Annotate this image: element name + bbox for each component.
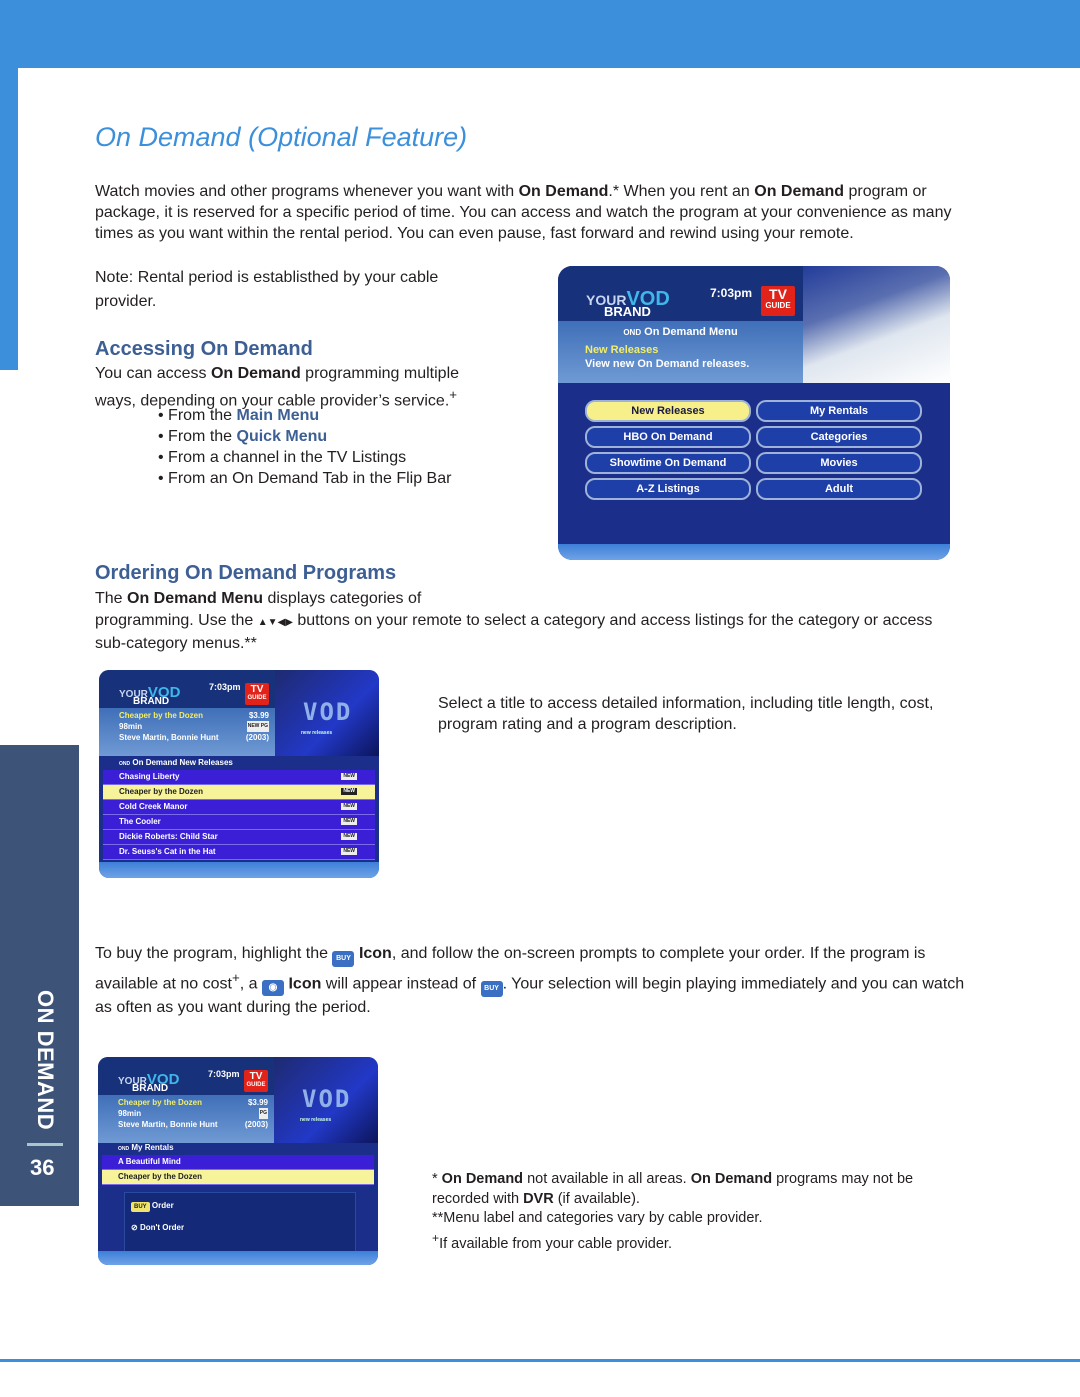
page-number: 36 — [30, 1155, 55, 1180]
main-menu-link: Main Menu — [236, 407, 320, 424]
list-row-selected[interactable]: Cheaper by the Dozen — [102, 1170, 374, 1185]
text: + — [449, 387, 458, 402]
list-row[interactable]: Cold Creek Manor NEW — [103, 800, 375, 815]
my-rentals-order-screenshot: YOURVOD BRAND 7:03pm TV GUIDE Cheaper by t… — [98, 1057, 378, 1265]
menu-button-adult[interactable]: Adult — [756, 478, 922, 500]
menu-button-showtime[interactable]: Showtime On Demand — [585, 452, 751, 474]
list-title: OND My Rentals — [118, 1143, 174, 1152]
quick-menu-link: Quick Menu — [236, 428, 328, 445]
accessing-heading: Accessing On Demand — [95, 338, 313, 360]
tv-guide-logo: TV GUIDE — [244, 1070, 268, 1092]
section-side-tab — [0, 745, 79, 1206]
list-row[interactable]: Chasing Liberty NEW — [103, 770, 375, 785]
text: .* When you rent an — [608, 183, 755, 200]
vod-brand-logo: YOURVOD BRAND — [118, 1071, 180, 1094]
buy-icon: BUY — [332, 951, 355, 967]
vod-promo-image: VOD new releases — [275, 670, 379, 756]
divider — [27, 1143, 63, 1146]
section-tab-label: ON DEMAND — [33, 990, 58, 1131]
list-row-selected[interactable]: Cheaper by the Dozen NEW — [103, 785, 375, 800]
footnotes: * On Demand not available in all areas. … — [432, 1170, 952, 1254]
page-title: On Demand (Optional Feature) — [95, 122, 468, 152]
on-demand-menu-screenshot: YOURVOD BRAND 7:03pm TV GUIDE OND On Deman… — [558, 266, 950, 560]
arrow-buttons-icon: ▲▼◀▶ — [257, 617, 293, 628]
footnote-2: **Menu label and categories vary by cabl… — [432, 1210, 763, 1226]
list-row[interactable]: Dr. Seuss's Cat in the Hat NEW — [103, 845, 375, 860]
ordering-paragraph-2: programming. Use the ▲▼◀▶ buttons on you… — [95, 612, 933, 652]
footnote-3: +If available from your cable provider. — [432, 1230, 672, 1252]
no-icon: ⊘ — [131, 1223, 138, 1232]
select-title-text: Select a title to access detailed inform… — [438, 695, 934, 733]
note: Note: Rental period is establisthed by y… — [95, 269, 439, 310]
text: On Demand — [754, 183, 845, 200]
menu-button-hbo[interactable]: HBO On Demand — [585, 426, 751, 448]
list-row[interactable]: The Cooler NEW — [103, 815, 375, 830]
intro-paragraph: Watch movies and other programs whenever… — [95, 181, 955, 244]
bottom-rule — [0, 1359, 1080, 1362]
menu-info-panel: OND On Demand Menu New Releases View new… — [558, 321, 803, 383]
new-releases-screenshot: YOURVOD BRAND 7:03pm TV GUIDE Cheaper by t… — [99, 670, 379, 878]
ordering-heading: Ordering On Demand Programs — [95, 562, 397, 584]
buy-paragraph: To buy the program, highlight the BUY Ic… — [95, 945, 965, 1017]
eye-icon: ◉ — [262, 980, 285, 997]
vod-brand-logo: YOURVOD BRAND — [586, 288, 670, 319]
clock: 7:03pm — [710, 286, 753, 300]
menu-button-my-rentals[interactable]: My Rentals — [756, 400, 922, 422]
list-row[interactable]: Dickie Roberts: Child Star NEW — [103, 830, 375, 845]
footnote-1: * On Demand not available in all areas. … — [432, 1171, 914, 1207]
top-band — [0, 0, 1080, 68]
menu-button-az-listings[interactable]: A-Z Listings — [585, 478, 751, 500]
text: On Demand — [210, 365, 301, 382]
list-item: • From the Quick Menu — [158, 428, 328, 445]
list-item: • From an On Demand Tab in the Flip Bar — [158, 470, 452, 487]
text: On Demand — [518, 183, 609, 200]
buy-icon: BUY — [131, 1202, 150, 1212]
access-methods-list: • From the Main Menu • From the Quick Me… — [158, 405, 451, 489]
dont-order-option[interactable]: ⊘ Don't Order — [131, 1223, 184, 1232]
buy-icon: BUY — [480, 981, 503, 998]
list-title: OND On Demand New Releases — [119, 758, 233, 767]
text: Watch movies and other programs whenever… — [95, 183, 519, 200]
title-info-panel: Cheaper by the Dozen $3.99 98min NEW PG St… — [99, 708, 275, 756]
list-item: • From a channel in the TV Listings — [158, 449, 407, 466]
list-row[interactable]: A Beautiful Mind — [102, 1155, 374, 1170]
tv-guide-logo: TV GUIDE — [245, 683, 269, 705]
order-option[interactable]: BUY Order — [131, 1201, 174, 1212]
manual-page: ON DEMAND 36 On Demand (Optional Feature… — [0, 0, 1080, 1397]
ordering-paragraph-1: The On Demand Menu displays categories o… — [95, 590, 422, 607]
title-info-panel: Cheaper by the Dozen $3.99 98min PG Steve … — [98, 1095, 274, 1143]
text: You can access — [95, 365, 211, 382]
tv-guide-logo: TV GUIDE — [761, 286, 795, 316]
menu-button-new-releases[interactable]: New Releases — [585, 400, 751, 422]
menu-button-movies[interactable]: Movies — [756, 452, 922, 474]
menu-button-categories[interactable]: Categories — [756, 426, 922, 448]
vod-brand-logo: YOURVOD BRAND — [119, 684, 181, 707]
left-strip — [0, 68, 18, 370]
vod-promo-image: VOD new releases — [274, 1057, 378, 1143]
preview-video-image — [803, 266, 950, 383]
order-dialog: BUY Order ⊘ Don't Order — [124, 1192, 356, 1252]
list-item: • From the Main Menu — [158, 407, 320, 424]
